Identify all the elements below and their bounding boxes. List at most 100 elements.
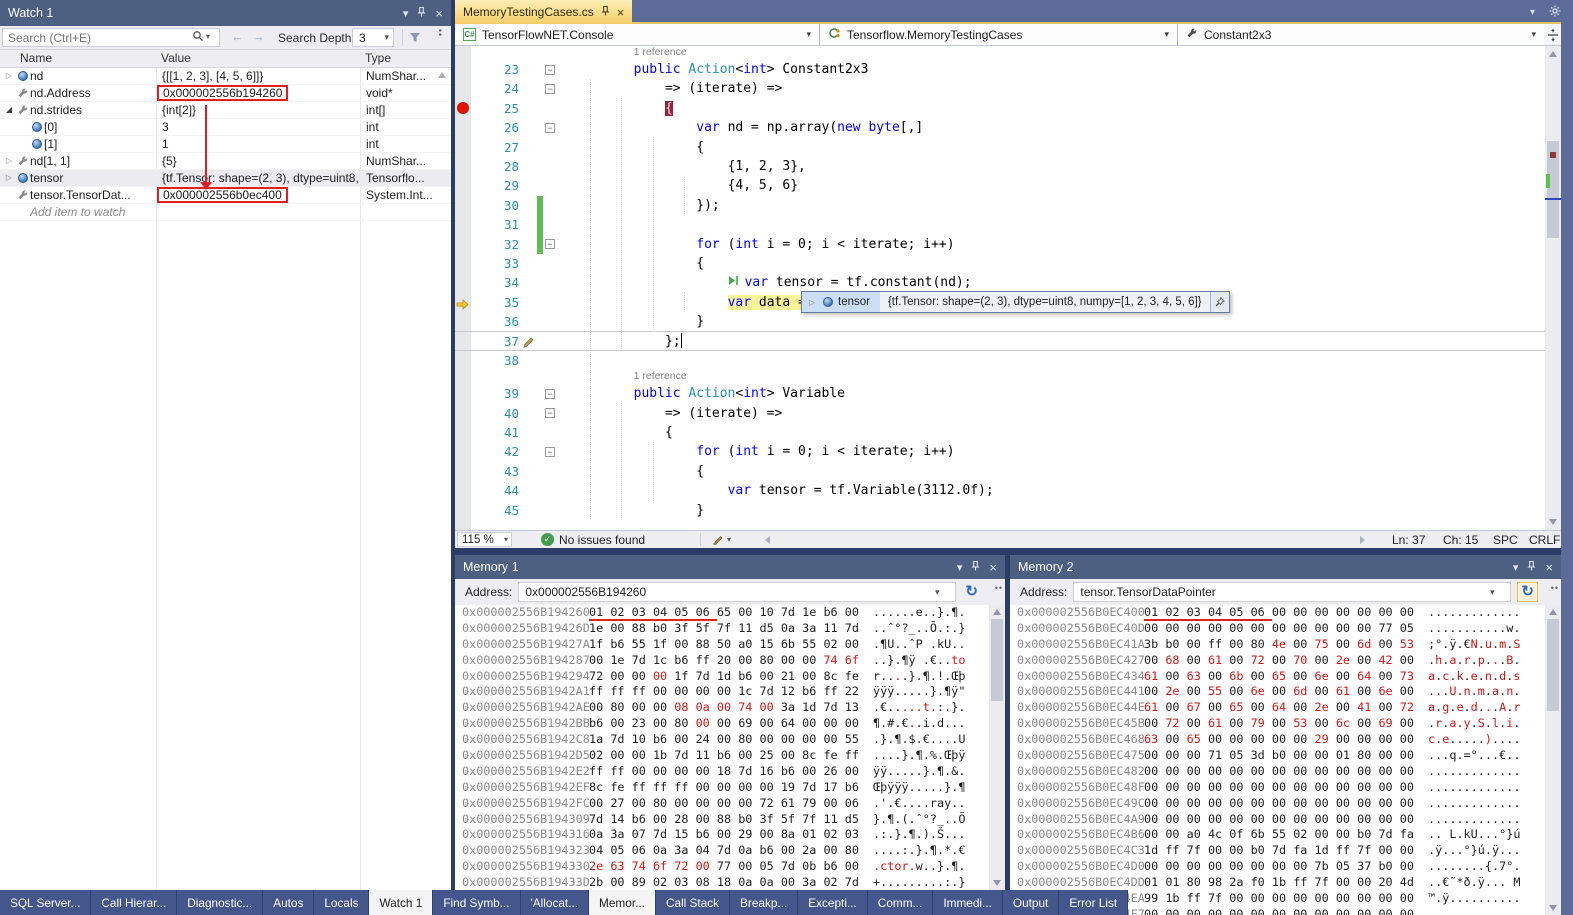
hex-row[interactable]: 0x000002556B0EC4A900 00 00 00 00 00 00 0…: [1010, 812, 1561, 828]
hex-row[interactable]: 0x000002556B1943160a 3a 07 7d 15 b6 00 2…: [455, 827, 1005, 843]
hex-row[interactable]: 0x000002556B0EC4D000 00 00 00 00 00 00 0…: [1010, 859, 1561, 875]
hex-row[interactable]: 0x000002556B0EC4C31d ff 7f 00 00 b0 7d f…: [1010, 843, 1561, 859]
datatip-tooltip[interactable]: ▷ tensor {tf.Tensor: shape=(2, 3), dtype…: [801, 291, 1230, 313]
line-gutter[interactable]: [455, 235, 471, 254]
memory2-scrollbar[interactable]: [1545, 605, 1561, 915]
watch-row[interactable]: nd.Address0x000002556b194260void*: [0, 85, 451, 102]
collapse-region-icon[interactable]: −: [545, 408, 555, 418]
line-gutter[interactable]: [455, 462, 471, 481]
hex-row[interactable]: 0x000002556B1942D502 00 00 1b 7d 11 b6 0…: [455, 748, 1005, 764]
hex-row[interactable]: 0x000002556B0EC48200 00 00 00 00 00 00 0…: [1010, 764, 1561, 780]
watch-row[interactable]: ▷nd{[[1, 2, 3], [4, 5, 6]]}NumShar...: [0, 68, 451, 85]
line-gutter[interactable]: [455, 99, 471, 118]
hex-row[interactable]: 0x000002556B0EC49C00 00 00 00 00 00 00 0…: [1010, 796, 1561, 812]
hex-row[interactable]: 0x000002556B1942EF8c fe ff ff ff 00 00 0…: [455, 780, 1005, 796]
toolbar-overflow-grip[interactable]: ••: [435, 29, 445, 37]
split-editor-icon[interactable]: [1544, 24, 1561, 45]
codelens-line[interactable]: 1 reference: [455, 46, 1561, 60]
memory1-titlebar[interactable]: Memory 1 ▾ ×: [455, 555, 1005, 579]
code-editor[interactable]: 1 reference23−public Action<int> Constan…: [455, 46, 1561, 530]
panel-tab-excepti[interactable]: Excepti...: [798, 890, 868, 915]
toolbar-overflow-grip[interactable]: ••: [995, 583, 1003, 593]
search-dropdown-icon[interactable]: ▾: [206, 32, 210, 41]
scroll-up-icon[interactable]: [438, 72, 446, 78]
hscroll-right-icon[interactable]: [1360, 536, 1365, 544]
hex-row[interactable]: 0x000002556B0EC45B00 72 00 61 00 79 00 5…: [1010, 716, 1561, 732]
format-brush-icon[interactable]: [711, 533, 724, 549]
back-arrow-icon[interactable]: ←: [231, 29, 244, 44]
zoom-select[interactable]: 115 %▾: [457, 532, 512, 547]
column-header-type[interactable]: Type: [361, 50, 451, 67]
panel-tab-output[interactable]: Output: [1003, 890, 1059, 915]
close-icon[interactable]: ×: [1545, 560, 1553, 575]
hex-row[interactable]: 0x000002556B0EC43461 00 63 00 6b 00 65 0…: [1010, 669, 1561, 685]
line-gutter[interactable]: [455, 384, 471, 403]
tab-pin-icon[interactable]: [601, 5, 610, 20]
line-gutter[interactable]: [455, 312, 471, 331]
scroll-up-icon[interactable]: [993, 609, 1001, 615]
panel-tab-error-list[interactable]: Error List: [1059, 890, 1128, 915]
code-line[interactable]: 24−=> (iterate) =>: [455, 79, 1561, 98]
search-input[interactable]: [2, 28, 220, 47]
scroll-down-icon[interactable]: [993, 880, 1001, 886]
line-gutter[interactable]: [455, 501, 471, 520]
collapse-region-icon[interactable]: −: [545, 447, 555, 457]
line-gutter[interactable]: [455, 442, 471, 461]
datatip-variable[interactable]: ▷ tensor: [802, 292, 880, 312]
hex-row[interactable]: 0x000002556B19426001 02 03 04 05 06 65 0…: [455, 605, 1005, 621]
panel-tab-diagnostic[interactable]: Diagnostic...: [177, 890, 263, 915]
editor-vertical-scrollbar[interactable]: [1545, 46, 1561, 530]
hex-row[interactable]: 0x000002556B19433D2b 00 89 02 03 08 18 0…: [455, 875, 1005, 890]
line-gutter[interactable]: [455, 254, 471, 273]
status-line-ending[interactable]: CRLF: [1529, 533, 1560, 547]
chevron-down-icon[interactable]: ▾: [1490, 587, 1495, 598]
hex-row[interactable]: 0x000002556B0EC48F00 00 00 00 00 00 00 0…: [1010, 780, 1561, 796]
column-header-name[interactable]: Name: [0, 50, 157, 67]
run-to-cursor-icon[interactable]: [728, 275, 739, 290]
memory1-scrollbar[interactable]: [989, 605, 1005, 890]
panel-tab-call-hierar[interactable]: Call Hierar...: [91, 890, 177, 915]
codelens-line[interactable]: 1 reference: [455, 370, 1561, 384]
hex-row[interactable]: 0x000002556B19427A1f b6 55 1f 00 88 50 a…: [455, 637, 1005, 653]
breakpoint-icon[interactable]: [457, 102, 469, 114]
hex-row[interactable]: 0x000002556B19426D1e 00 88 b0 3f 5f 7f 1…: [455, 621, 1005, 637]
hex-row[interactable]: 0x000002556B0EC44100 2e 00 55 00 6e 00 6…: [1010, 684, 1561, 700]
status-insert-mode[interactable]: SPC: [1493, 533, 1518, 547]
watch-row[interactable]: tensor.TensorDat...0x000002556b0ec400Sys…: [0, 187, 451, 204]
status-column[interactable]: Ch: 15: [1443, 533, 1478, 547]
expander-icon[interactable]: ▷: [3, 170, 15, 186]
hex-row[interactable]: 0x000002556B1942FC00 27 00 80 00 00 00 0…: [455, 796, 1005, 812]
hex-row[interactable]: 0x000002556B0EC40D00 00 00 00 00 00 00 0…: [1010, 621, 1561, 637]
search-icon[interactable]: ▾: [192, 30, 210, 42]
watch-row[interactable]: ▷tensor{tf.Tensor: shape=(2, 3), dtype=u…: [0, 170, 451, 187]
toolbar-overflow-grip[interactable]: ••: [1551, 583, 1559, 593]
window-dropdown-icon[interactable]: ▾: [1530, 7, 1535, 18]
scroll-up-icon[interactable]: [1549, 609, 1557, 615]
column-header-value[interactable]: Value: [157, 50, 361, 67]
code-line[interactable]: 23−public Action<int> Constant2x3: [455, 60, 1561, 79]
watch-row[interactable]: [0]3int: [0, 119, 451, 136]
type-dropdown[interactable]: Tensorflow.MemoryTestingCases ▾: [820, 24, 1178, 45]
line-gutter[interactable]: [455, 176, 471, 195]
filter-icon[interactable]: [409, 31, 421, 46]
line-gutter[interactable]: [455, 273, 471, 292]
collapse-region-icon[interactable]: −: [545, 389, 555, 399]
hex-row[interactable]: 0x000002556B0EC42700 68 00 61 00 72 00 7…: [1010, 653, 1561, 669]
status-line[interactable]: Ln: 37: [1392, 533, 1425, 547]
watch-row[interactable]: Add item to watch: [0, 204, 451, 221]
hex-row[interactable]: 0x000002556B1942A1ff ff ff 00 00 00 00 1…: [455, 684, 1005, 700]
collapse-region-icon[interactable]: −: [545, 239, 555, 249]
scroll-down-icon[interactable]: [1549, 519, 1557, 525]
line-gutter[interactable]: [455, 215, 471, 234]
panel-tab-locals[interactable]: Locals: [314, 890, 369, 915]
collapse-region-icon[interactable]: −: [545, 84, 555, 94]
gear-icon[interactable]: [1549, 5, 1561, 20]
hex-row[interactable]: 0x000002556B0EC4B600 00 a0 4c 0f 6b 55 0…: [1010, 827, 1561, 843]
scroll-down-icon[interactable]: [1549, 905, 1557, 911]
panel-tab-immedi[interactable]: Immedi...: [933, 890, 1003, 915]
hex-row[interactable]: 0x000002556B1942AE00 80 00 00 08 0a 00 7…: [455, 700, 1005, 716]
panel-tab-autos[interactable]: Autos: [263, 890, 314, 915]
line-gutter[interactable]: [455, 138, 471, 157]
hex-row[interactable]: 0x000002556B0EC40001 02 03 04 05 06 00 0…: [1010, 605, 1561, 621]
hex-row[interactable]: 0x000002556B1942BBb6 00 23 00 80 00 00 6…: [455, 716, 1005, 732]
